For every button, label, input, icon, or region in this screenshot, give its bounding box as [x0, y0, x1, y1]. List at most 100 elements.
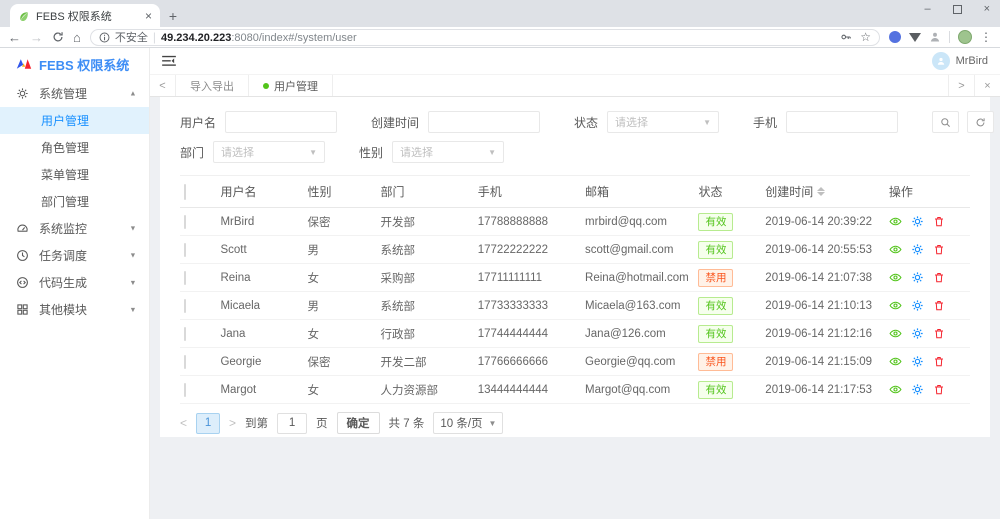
gender-select[interactable]: 请选择 ▼: [392, 141, 505, 163]
edit-user-icon[interactable]: [911, 215, 924, 228]
main-area: MrBird < 导入导出 用户管理 > × 用户名 创建时间 状态 请选择 ▼ 手机: [150, 48, 1000, 519]
dept-select[interactable]: 请选择 ▼: [213, 141, 326, 163]
row-checkbox[interactable]: [184, 354, 186, 369]
row-checkbox[interactable]: [184, 214, 186, 229]
browser-profile-avatar[interactable]: [958, 30, 972, 44]
prev-page-icon[interactable]: <: [180, 416, 187, 430]
phone-input[interactable]: [786, 111, 899, 133]
table-row: Georgie 保密 开发二部 17766666666 Georgie@qq.com 禁用…: [180, 347, 970, 376]
app-logo[interactable]: FEBS 权限系统: [0, 48, 149, 80]
browser-tab[interactable]: FEBS 权限系统 ×: [10, 4, 160, 27]
select-placeholder: 请选择: [615, 117, 649, 129]
sidebar-item-system-monitor[interactable]: 系统监控 ▼: [0, 215, 149, 242]
search-button[interactable]: [932, 111, 960, 133]
delete-user-icon[interactable]: [933, 355, 946, 368]
goto-page-input[interactable]: 1: [277, 412, 308, 434]
status-select[interactable]: 请选择 ▼: [607, 111, 720, 133]
user-management-card: 用户名 创建时间 状态 请选择 ▼ 手机 部门 请选择 ▼ 性别 请选择 ▼ 用…: [160, 97, 995, 437]
address-bar[interactable]: 不安全 | 49.234.20.223:8080/index#/system/u…: [89, 28, 880, 46]
view-user-icon[interactable]: [889, 299, 902, 312]
cell-username: Reina: [216, 263, 304, 292]
menu-fold-icon[interactable]: [162, 55, 176, 67]
delete-user-icon[interactable]: [933, 299, 946, 312]
status-badge: 有效: [698, 324, 734, 343]
view-user-icon[interactable]: [889, 355, 902, 368]
home-icon[interactable]: ⌂: [73, 31, 81, 44]
select-all-checkbox[interactable]: [184, 183, 186, 200]
browser-menu-icon[interactable]: ⋮: [980, 30, 992, 44]
extension-person-icon[interactable]: [929, 31, 941, 43]
select-placeholder: 请选择: [400, 147, 434, 159]
new-tab-button[interactable]: +: [160, 4, 186, 27]
page-size-select[interactable]: 10 条/页 ▼: [433, 412, 504, 434]
tabs-scroll-right-icon[interactable]: >: [948, 75, 974, 96]
bookmark-star-icon[interactable]: ☆: [860, 30, 871, 44]
edit-user-icon[interactable]: [911, 327, 924, 340]
delete-user-icon[interactable]: [933, 327, 946, 340]
delete-user-icon[interactable]: [933, 271, 946, 284]
column-header[interactable]: 创建时间: [761, 175, 885, 208]
sidebar-subitem[interactable]: 部门管理: [0, 188, 149, 215]
edit-user-icon[interactable]: [911, 271, 924, 284]
info-icon[interactable]: [99, 32, 110, 43]
confirm-button[interactable]: 确定: [336, 412, 380, 434]
username-input[interactable]: [225, 111, 338, 133]
chevron-down-icon: ▼: [309, 147, 318, 157]
page-tab[interactable]: 用户管理: [249, 75, 333, 96]
row-checkbox[interactable]: [184, 298, 186, 313]
create-time-input[interactable]: [428, 111, 541, 133]
edit-user-icon[interactable]: [911, 299, 924, 312]
page-tab[interactable]: 导入导出: [176, 75, 249, 96]
tabs-close-icon[interactable]: ×: [974, 75, 1000, 96]
password-key-icon[interactable]: [840, 31, 852, 43]
delete-user-icon[interactable]: [933, 243, 946, 256]
back-icon[interactable]: ←: [8, 31, 21, 44]
user-avatar[interactable]: [931, 52, 950, 70]
row-checkbox[interactable]: [184, 242, 186, 257]
reload-icon[interactable]: [52, 31, 64, 43]
cell-email: Jana@126.com: [581, 319, 695, 348]
sidebar: FEBS 权限系统 系统管理 ▲ 用户管理 角色管理 菜单管理 部门管理 系统监控 ▼ 任务调度…: [0, 48, 150, 519]
page-number-button[interactable]: 1: [196, 412, 221, 434]
sort-icon[interactable]: [817, 187, 826, 196]
sidebar-subitem[interactable]: 菜单管理: [0, 161, 149, 188]
cell-dept: 系统部: [376, 235, 474, 264]
next-page-icon[interactable]: >: [229, 416, 236, 430]
window-maximize-button[interactable]: [952, 4, 962, 14]
app-header: MrBird: [150, 48, 1000, 75]
view-user-icon[interactable]: [889, 243, 902, 256]
row-checkbox[interactable]: [184, 326, 186, 341]
sidebar-subitem[interactable]: 用户管理: [0, 107, 149, 134]
view-user-icon[interactable]: [889, 327, 902, 340]
edit-user-icon[interactable]: [911, 383, 924, 396]
sidebar-subitem[interactable]: 角色管理: [0, 134, 149, 161]
tab-close-icon[interactable]: ×: [145, 9, 152, 23]
delete-user-icon[interactable]: [933, 383, 946, 396]
row-checkbox[interactable]: [184, 382, 186, 397]
edit-user-icon[interactable]: [911, 355, 924, 368]
view-user-icon[interactable]: [889, 271, 902, 284]
row-checkbox[interactable]: [184, 270, 186, 285]
sidebar-item-code-generate[interactable]: 代码生成 ▼: [0, 269, 149, 296]
cell-dept: 开发部: [376, 207, 474, 236]
view-user-icon[interactable]: [889, 215, 902, 228]
sidebar-item-system-manage[interactable]: 系统管理 ▲: [0, 80, 149, 107]
extension-cluster: ⋮: [889, 30, 992, 44]
page-size-value: 10 条/页: [440, 418, 483, 430]
cell-phone: 17711111111: [473, 263, 582, 292]
sidebar-item-task-schedule[interactable]: 任务调度 ▼: [0, 242, 149, 269]
cell-dept: 人力资源部: [376, 375, 474, 404]
tabs-scroll-left-icon[interactable]: <: [150, 75, 176, 96]
extension-v-icon[interactable]: [909, 32, 921, 42]
febs-logo-icon: [16, 59, 32, 69]
sidebar-item-other-modules[interactable]: 其他模块 ▼: [0, 296, 149, 323]
delete-user-icon[interactable]: [933, 215, 946, 228]
extension-blue-icon[interactable]: [889, 31, 901, 43]
filter-label: 用户名: [180, 115, 217, 130]
window-close-button[interactable]: ×: [984, 3, 990, 15]
refresh-button[interactable]: [967, 111, 995, 133]
edit-user-icon[interactable]: [911, 243, 924, 256]
window-minimize-button[interactable]: –: [924, 3, 930, 15]
username-label[interactable]: MrBird: [956, 55, 988, 67]
view-user-icon[interactable]: [889, 383, 902, 396]
